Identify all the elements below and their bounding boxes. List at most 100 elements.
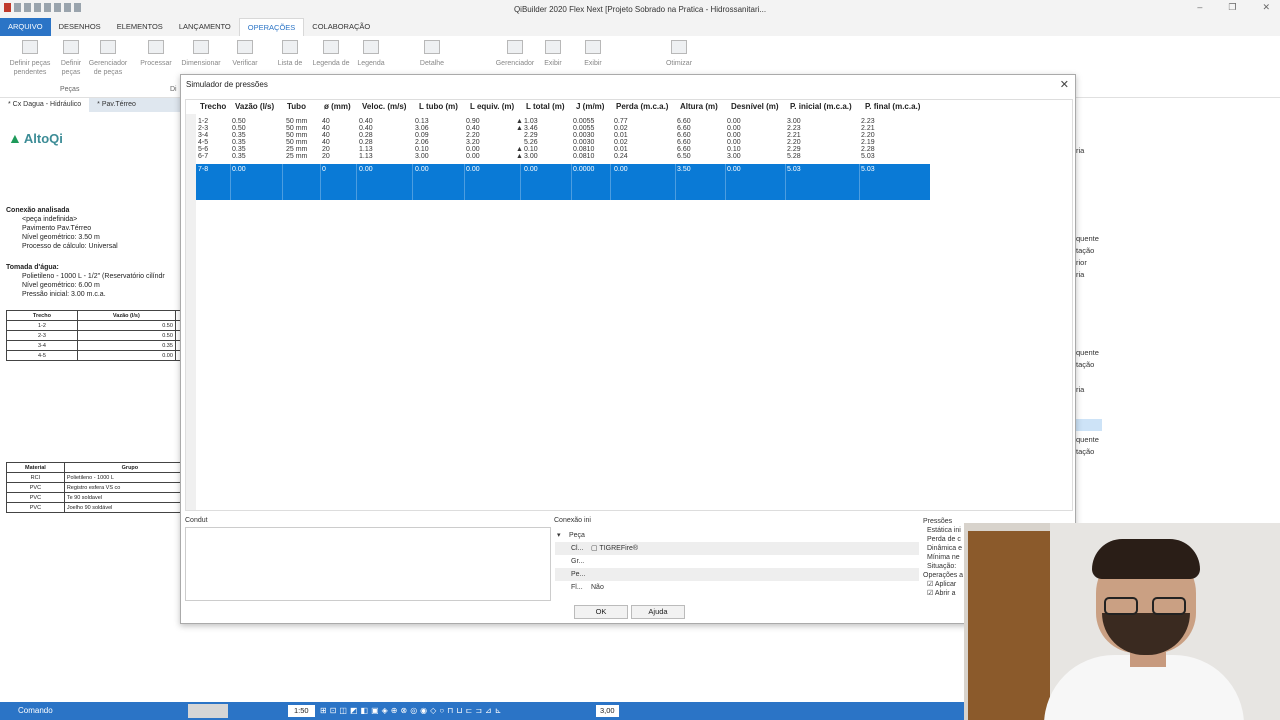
document-tabs: * Cx Dagua - Hidráulico * Pav.Térreo: [0, 98, 180, 112]
scale-select[interactable]: 1:50: [288, 705, 315, 717]
column-header[interactable]: Vazão (l/s): [235, 102, 274, 111]
menu-operacoes[interactable]: OPERAÇÕES: [238, 18, 305, 36]
condut-panel[interactable]: [185, 527, 551, 601]
conexao-title: Conexão analisada: [6, 207, 70, 214]
panel-text: ria: [1076, 270, 1085, 279]
gear-icon: [22, 40, 38, 54]
table-row[interactable]: 6-7 0.35 25 mm 20 1.13 3.00 0.00 ▲ 3.00 0.0810 0.2…: [196, 153, 930, 161]
column-header[interactable]: Trecho: [200, 102, 226, 111]
column-header[interactable]: P. inicial (m.c.a.): [790, 102, 852, 111]
tomada-line: Nível geométrico: 6.00 m: [22, 282, 100, 289]
checkbox-icon: ☑: [927, 590, 934, 597]
column-header[interactable]: J (m/m): [576, 102, 604, 111]
close-icon[interactable]: ✕: [1060, 78, 1069, 91]
table-header: Vazão (l/s): [76, 310, 176, 321]
gerenciador-pecas-button[interactable]: Gerenciador de peças: [83, 40, 133, 77]
detalhe-button[interactable]: Detalhe: [407, 40, 457, 68]
ok-button[interactable]: OK: [574, 605, 628, 619]
conexao-section: Conexão analisada <peça indefinida> Pavi…: [6, 206, 118, 251]
column-header[interactable]: Desnível (m): [731, 102, 779, 111]
window-title: QiBuilder 2020 Flex Next [Projeto Sobrad…: [513, 4, 767, 14]
grid-header: Trecho Vazão (l/s) Tubo ø (mm) Veloc. (m…: [186, 102, 1074, 114]
column-header[interactable]: Veloc. (m/s): [362, 102, 406, 111]
conexao-line: Pavimento Pav.Térreo: [22, 225, 92, 232]
panel-text: quente: [1076, 435, 1099, 444]
column-header[interactable]: Altura (m): [680, 102, 718, 111]
condut-label: Condut: [185, 517, 208, 524]
menu-elementos[interactable]: ELEMENTOS: [109, 18, 171, 36]
trecho-table: TrechoVazão (l/s)I 1-20.50 2-30.50 3-40.…: [6, 310, 180, 361]
minimize-icon[interactable]: –: [1197, 2, 1202, 13]
table-row: 2-3 0.50: [6, 330, 180, 341]
panel-text: quente: [1076, 348, 1099, 357]
help-button[interactable]: Ajuda: [631, 605, 685, 619]
row-header-column[interactable]: [186, 114, 196, 510]
command-input[interactable]: [188, 704, 228, 718]
display-icon: [545, 40, 561, 54]
otimizar-button[interactable]: Otimizar: [654, 40, 704, 68]
panel-selection[interactable]: [1076, 419, 1102, 431]
panel-text: quente: [1076, 234, 1099, 243]
verificar-button[interactable]: Verificar: [220, 40, 270, 68]
doc-tab-cx-dagua[interactable]: * Cx Dagua - Hidráulico: [0, 98, 90, 112]
drawing-area[interactable]: ▲ AltoQi Conexão analisada <peça indefini…: [0, 112, 180, 692]
legend-icon: [363, 40, 379, 54]
display-icon: [585, 40, 601, 54]
panel-text: ria: [1076, 146, 1085, 155]
selected-table-row[interactable]: 7-8 0.00 0 0.00 0.00 0.00 0.00 0.0000 0.…: [196, 164, 930, 200]
right-properties-panel: quente tação rior ria ria quente tação r…: [1076, 98, 1280, 528]
table-row: PVC Registro esfera VS co: [6, 482, 180, 493]
zoom-field[interactable]: 3,00: [596, 705, 619, 717]
table-header: Material: [6, 462, 65, 473]
doc-tab-pav-terreo[interactable]: * Pav.Térreo: [89, 98, 144, 112]
exibir-button-2[interactable]: Exibir: [568, 40, 618, 68]
menu-colaboracao[interactable]: COLABORAÇÃO: [304, 18, 378, 36]
tomada-section: Tomada d'água: Polietileno - 1000 L - 1/…: [6, 263, 165, 299]
legenda-button[interactable]: Legenda: [346, 40, 396, 68]
tree-row[interactable]: Fl... Não: [555, 581, 919, 594]
dimensionar-button[interactable]: Dimensionar: [176, 40, 226, 68]
checkbox-icon: ☑: [927, 581, 934, 588]
webcam-overlay: [964, 523, 1280, 720]
legend-icon: [323, 40, 339, 54]
menu-arquivo[interactable]: ARQUIVO: [0, 18, 51, 36]
table-row: PVC Te 90 soldavel: [6, 492, 180, 503]
column-header[interactable]: L tubo (m): [419, 102, 458, 111]
detail-icon: [424, 40, 440, 54]
column-header[interactable]: L equiv. (m): [470, 102, 514, 111]
gear-icon: [63, 40, 79, 54]
presenter-glasses: [1104, 597, 1188, 615]
door-shape: [968, 531, 1050, 720]
column-header[interactable]: ø (mm): [324, 102, 351, 111]
snap-toolbar-icons[interactable]: ⊞⊡◫◩◧▣◈⊕⊗◎◉◇○⊓⊔⊏⊐⊿⊾: [320, 706, 504, 715]
maximize-icon[interactable]: ❐: [1228, 2, 1236, 13]
material-table: Material Grupo RCI Polietileno - 1000 L PV…: [6, 462, 180, 513]
panel-text: tação: [1076, 447, 1095, 456]
column-header[interactable]: L total (m): [526, 102, 565, 111]
tree-row[interactable]: Pe...: [555, 568, 919, 581]
pressure-grid[interactable]: Trecho Vazão (l/s) Tubo ø (mm) Veloc. (m…: [185, 99, 1073, 511]
menu-lancamento[interactable]: LANÇAMENTO: [171, 18, 239, 36]
column-header[interactable]: P. final (m.c.a.): [865, 102, 920, 111]
optimize-icon: [671, 40, 687, 54]
processar-button[interactable]: Processar: [131, 40, 181, 68]
table-header: Grupo: [63, 462, 180, 473]
column-header[interactable]: Perda (m.c.a.): [616, 102, 668, 111]
table-row: 1-2 0.50: [6, 320, 180, 331]
collapse-icon[interactable]: ▾: [557, 529, 561, 542]
tomada-line: Pressão inicial: 3.00 m.c.a.: [22, 291, 106, 298]
check-icon: [237, 40, 253, 54]
panel-text: tação: [1076, 246, 1095, 255]
tree-row[interactable]: Gr...: [555, 555, 919, 568]
menu-desenhos[interactable]: DESENHOS: [51, 18, 109, 36]
manager-icon: [507, 40, 523, 54]
tree-row[interactable]: Cl... ▢ TIGREFire®: [555, 542, 919, 555]
column-header[interactable]: Tubo: [287, 102, 306, 111]
gear-icon: [100, 40, 116, 54]
close-window-icon[interactable]: ✕: [1262, 2, 1270, 13]
pressure-simulator-dialog: Simulador de pressões ✕ Trecho Vazão (l/…: [180, 74, 1076, 624]
tree-group-peca[interactable]: ▾ Peça: [555, 529, 919, 542]
dimension-icon: [193, 40, 209, 54]
dialog-title: Simulador de pressões: [186, 80, 268, 89]
property-tree[interactable]: ▾ Peça Cl... ▢ TIGREFire® Gr... Pe... Fl..…: [555, 529, 919, 605]
